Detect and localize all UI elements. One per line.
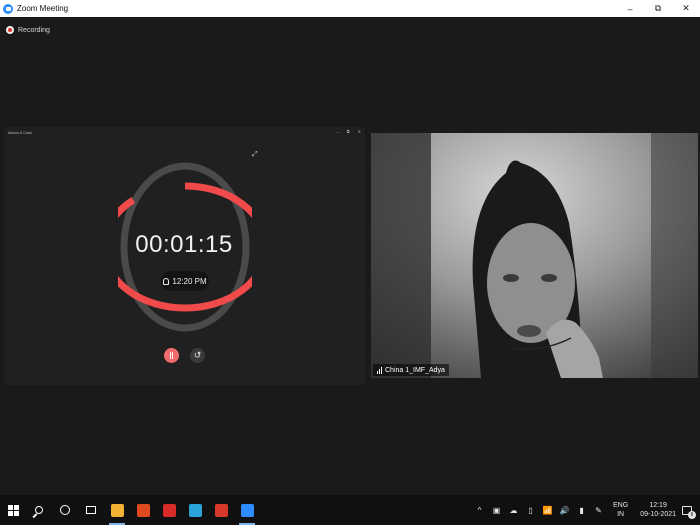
close-button[interactable]: ✕ [672, 0, 700, 17]
search-icon [35, 506, 43, 514]
expand-icon: ⤢ [252, 151, 258, 158]
window-controls: – ⧉ ✕ [616, 0, 700, 17]
clock-time: 12:19 [649, 502, 667, 509]
title-bar: Zoom Meeting – ⧉ ✕ [0, 0, 700, 17]
shared-close-icon: ✕ [357, 129, 361, 134]
signal-strength-icon [377, 366, 382, 374]
participant-video-frame [371, 133, 698, 378]
pause-button[interactable] [164, 348, 179, 363]
recording-indicator[interactable]: Recording [6, 26, 50, 34]
bell-icon [163, 277, 170, 285]
wps-office-icon [214, 503, 228, 517]
wifi-icon[interactable]: 📶 [539, 495, 556, 525]
window-title: Zoom Meeting [17, 4, 69, 13]
shared-maximize-icon: ⧉ [346, 129, 350, 134]
alarm-time-label: 12:20 PM [172, 276, 207, 286]
cortana-button[interactable] [52, 495, 78, 525]
language-region: IN [617, 511, 625, 518]
file-explorer-button[interactable] [104, 495, 130, 525]
edge-icon [188, 503, 202, 517]
wps-office-button[interactable] [208, 495, 234, 525]
notification-icon[interactable]: 6 [682, 505, 696, 519]
minimize-button[interactable]: – [616, 0, 644, 17]
language-code: ENG [613, 502, 629, 509]
pinned-apps [104, 495, 260, 525]
start-button[interactable] [0, 495, 26, 525]
record-icon [6, 26, 14, 34]
show-hidden-icons[interactable]: ^ [471, 495, 488, 525]
shared-app-title: Alarms & Clock [8, 131, 32, 135]
language-indicator[interactable]: ENG IN [613, 501, 628, 519]
windows-logo-icon [7, 504, 19, 516]
reset-icon: ↺ [193, 350, 202, 360]
reset-button[interactable]: ↺ [190, 348, 205, 363]
shared-screen: Alarms & Clock – ⧉ ✕ ⤢ 00:01:15 12:20 PM… [4, 127, 365, 385]
recording-label: Recording [18, 26, 50, 34]
tray-icons: ^ ▣ ☁ ▯ 📶 🔊 ▮ ✎ [471, 495, 607, 525]
clock-date: 09-10-2021 [640, 511, 676, 518]
participant-name: China 1_IMF_Adya [385, 366, 445, 374]
maximize-button[interactable]: ⧉ [644, 0, 672, 17]
task-view-button[interactable] [78, 495, 104, 525]
device-icon[interactable]: ▮ [573, 495, 590, 525]
zoom-icon [240, 503, 254, 517]
alarm-end-time: 12:20 PM [161, 271, 209, 291]
participant-video[interactable]: China 1_IMF_Adya [371, 133, 698, 378]
app-v-button[interactable] [156, 495, 182, 525]
meet-now-icon[interactable]: ▣ [488, 495, 505, 525]
zoom-button[interactable] [234, 495, 260, 525]
notification-badge: 6 [688, 510, 696, 519]
taskbar-clock[interactable]: 12:19 09-10-2021 [640, 501, 676, 519]
cortana-icon [60, 505, 70, 515]
timer-display: 00:01:15 [135, 231, 233, 258]
zoom-app-icon [3, 3, 13, 14]
search-button[interactable] [26, 495, 52, 525]
participant-name-tag: China 1_IMF_Adya [373, 364, 449, 376]
battery-icon[interactable]: ▯ [522, 495, 539, 525]
office-icon [136, 503, 150, 517]
shared-window-controls: – ⧉ ✕ [337, 129, 361, 134]
office-button[interactable] [130, 495, 156, 525]
system-tray: ^ ▣ ☁ ▯ 📶 🔊 ▮ ✎ ENG IN 12:19 09-10-2021 6 [471, 495, 700, 525]
app-v-icon [162, 503, 176, 517]
task-view-icon [86, 506, 96, 514]
edge-button[interactable] [182, 495, 208, 525]
shared-minimize-icon: – [336, 129, 339, 134]
volume-icon[interactable]: 🔊 [556, 495, 573, 525]
windows-taskbar: ^ ▣ ☁ ▯ 📶 🔊 ▮ ✎ ENG IN 12:19 09-10-2021 6 [0, 495, 700, 525]
onedrive-icon[interactable]: ☁ [505, 495, 522, 525]
pen-icon[interactable]: ✎ [590, 495, 607, 525]
pause-icon [170, 352, 173, 359]
file-explorer-icon [110, 503, 124, 517]
